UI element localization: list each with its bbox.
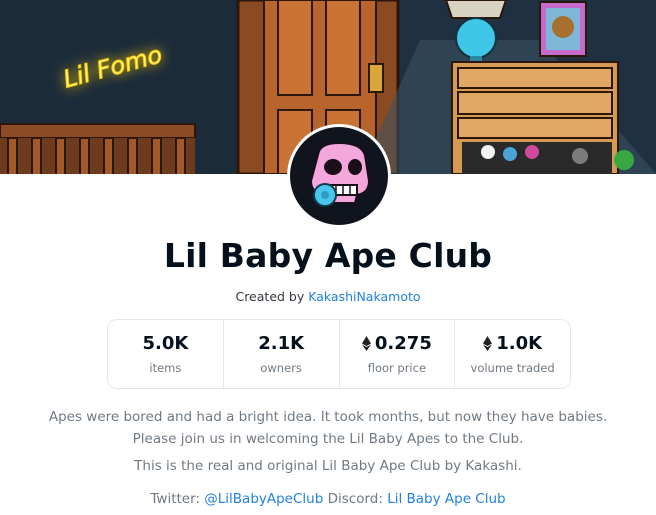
created-by-prefix: Created by [235, 289, 305, 304]
stat-label: volume traded [470, 361, 555, 375]
stat-value: 0.275 [361, 333, 432, 354]
stat-value: 1.0K [483, 333, 542, 354]
stat-volume-traded[interactable]: 1.0K volume traded [455, 320, 570, 388]
stat-value: 2.1K [258, 333, 305, 354]
stat-items[interactable]: 5.0K items [108, 320, 224, 388]
ethereum-icon [361, 336, 371, 351]
stat-owners[interactable]: 2.1K owners [224, 320, 340, 388]
crib-illustration [0, 123, 196, 174]
collection-stats: 5.0K items 2.1K owners 0.275 floor price… [107, 319, 571, 389]
stat-label: items [149, 361, 182, 375]
baby-ape-skull-icon [290, 127, 388, 225]
stat-value: 5.0K [142, 333, 189, 354]
twitter-label: Twitter: [150, 491, 200, 507]
discord-label: Discord: [327, 491, 383, 507]
social-links: Twitter: @LilBabyApeClub Discord: Lil Ba… [0, 491, 656, 507]
stat-floor-price[interactable]: 0.275 floor price [340, 320, 456, 388]
twitter-link[interactable]: @LilBabyApeClub [204, 491, 323, 507]
stat-label: floor price [367, 361, 427, 375]
ethereum-icon [483, 336, 493, 351]
collection-description-secondary: This is the real and original Lil Baby A… [134, 458, 522, 474]
collection-title: Lil Baby Ape Club [163, 236, 493, 275]
created-by-line: Created by KakashiNakamoto [0, 289, 656, 304]
picture-frame-illustration [539, 1, 587, 57]
collection-avatar[interactable] [287, 124, 391, 228]
dresser-illustration [451, 61, 634, 174]
creator-link[interactable]: KakashiNakamoto [308, 289, 420, 304]
discord-link[interactable]: Lil Baby Ape Club [387, 491, 505, 507]
collection-description: Apes were bored and had a bright idea. I… [48, 409, 608, 447]
stat-label: owners [260, 361, 302, 375]
